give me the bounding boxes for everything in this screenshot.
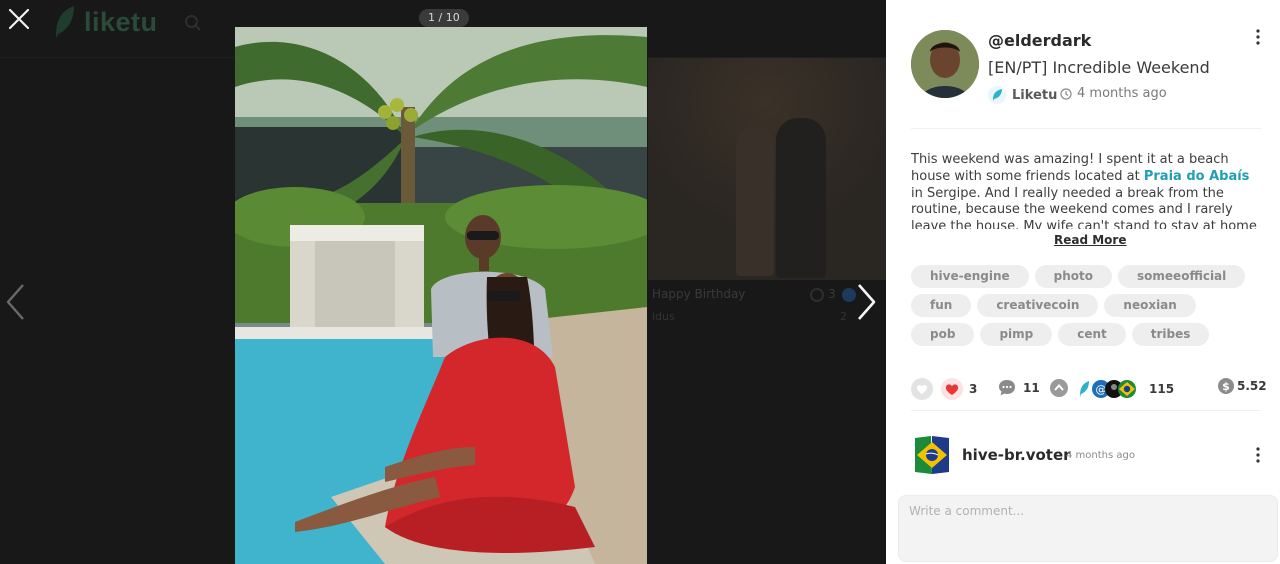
chevron-left-icon[interactable] — [4, 282, 28, 322]
background-post-author[interactable]: idus — [652, 310, 675, 323]
tag-chip[interactable]: neoxian — [1104, 294, 1196, 317]
chevron-right-icon[interactable] — [854, 282, 878, 322]
commenter-username[interactable]: hive-br.voter — [962, 446, 1071, 464]
liketu-wordmark: liketu — [84, 6, 158, 37]
heart-outline-icon — [911, 378, 933, 400]
liketu-leaf-icon — [56, 6, 74, 38]
community-link[interactable]: Liketu — [988, 86, 1057, 104]
tag-chip[interactable]: pob — [911, 323, 975, 346]
post-details-panel: @elderdark [EN/PT] Incredible Weekend Li… — [886, 0, 1280, 564]
search-icon[interactable] — [184, 14, 202, 32]
like-outline-button[interactable] — [911, 378, 933, 400]
tag-chip[interactable]: pimp — [980, 323, 1053, 346]
tag-chip[interactable]: creativecoin — [977, 294, 1099, 317]
location-link[interactable]: Praia do Abaís — [1144, 169, 1250, 184]
close-icon[interactable] — [6, 6, 32, 32]
tag-list: hive-engine photo someeofficial fun creative… — [911, 265, 1261, 346]
community-name[interactable]: Liketu — [1012, 88, 1057, 103]
upvote-icon — [1050, 379, 1068, 397]
author-username[interactable]: @elderdark — [988, 31, 1091, 50]
like-button[interactable]: 3 — [941, 378, 977, 400]
tag-chip[interactable]: hive-engine — [911, 265, 1029, 288]
post-body: This weekend was amazing! I spent it at … — [911, 152, 1261, 229]
post-actions: 3 11 @ 115 $ 5.52 — [911, 378, 1267, 404]
svg-text:@: @ — [1096, 383, 1107, 396]
tag-chip[interactable]: tribes — [1131, 323, 1210, 346]
divider — [911, 410, 1261, 411]
post-title: [EN/PT] Incredible Weekend — [988, 58, 1210, 77]
background-post-title[interactable]: Happy Birthday — [652, 287, 745, 301]
post-time-text: 4 months ago — [1077, 86, 1167, 101]
tag-chip[interactable]: photo — [1034, 265, 1113, 288]
comment-more-options-icon[interactable] — [1252, 446, 1264, 464]
background-heart-icon — [810, 288, 824, 302]
tag-chip[interactable]: fun — [911, 294, 972, 317]
background-post-thumbnail[interactable] — [648, 58, 886, 280]
commenter-avatar[interactable] — [911, 436, 953, 474]
comment-time: 4 months ago — [1066, 450, 1135, 461]
payout-amount: 5.52 — [1237, 379, 1267, 393]
comments-button[interactable]: 11 — [997, 378, 1040, 398]
author-avatar[interactable] — [911, 30, 979, 98]
tag-chip[interactable]: someeofficial — [1118, 265, 1246, 288]
like-count: 3 — [969, 382, 978, 396]
background-post-value: 2 — [840, 310, 847, 323]
image-counter: 1 / 10 — [419, 9, 469, 27]
comment-icon — [999, 380, 1015, 396]
tag-chip[interactable]: cent — [1058, 323, 1126, 346]
divider — [911, 128, 1261, 129]
heart-icon — [941, 378, 963, 400]
voter-count: 115 — [1149, 382, 1175, 396]
comment-count: 11 — [1023, 381, 1040, 395]
voters-list[interactable]: @ 115 — [1077, 378, 1174, 400]
liketu-community-icon — [988, 86, 1006, 104]
more-options-icon[interactable] — [1252, 28, 1264, 46]
post-time: 4 months ago — [1060, 86, 1167, 101]
background-like-count: 3 — [828, 287, 836, 301]
post-photo — [235, 27, 647, 564]
liketu-logo: liketu — [52, 4, 158, 40]
comment-input[interactable] — [898, 495, 1278, 562]
clock-icon — [1060, 87, 1072, 100]
dollar-icon: $ — [1218, 378, 1234, 394]
payout-value[interactable]: $ 5.52 — [1218, 378, 1267, 394]
read-more-link[interactable]: Read More — [1054, 233, 1127, 247]
svg-text:$: $ — [1222, 380, 1230, 393]
post-body-text-continued: in Sergipe. And I really needed a break … — [911, 185, 1257, 229]
upvote-button[interactable] — [1049, 378, 1069, 398]
voter-avatars-icon: @ — [1080, 380, 1136, 398]
